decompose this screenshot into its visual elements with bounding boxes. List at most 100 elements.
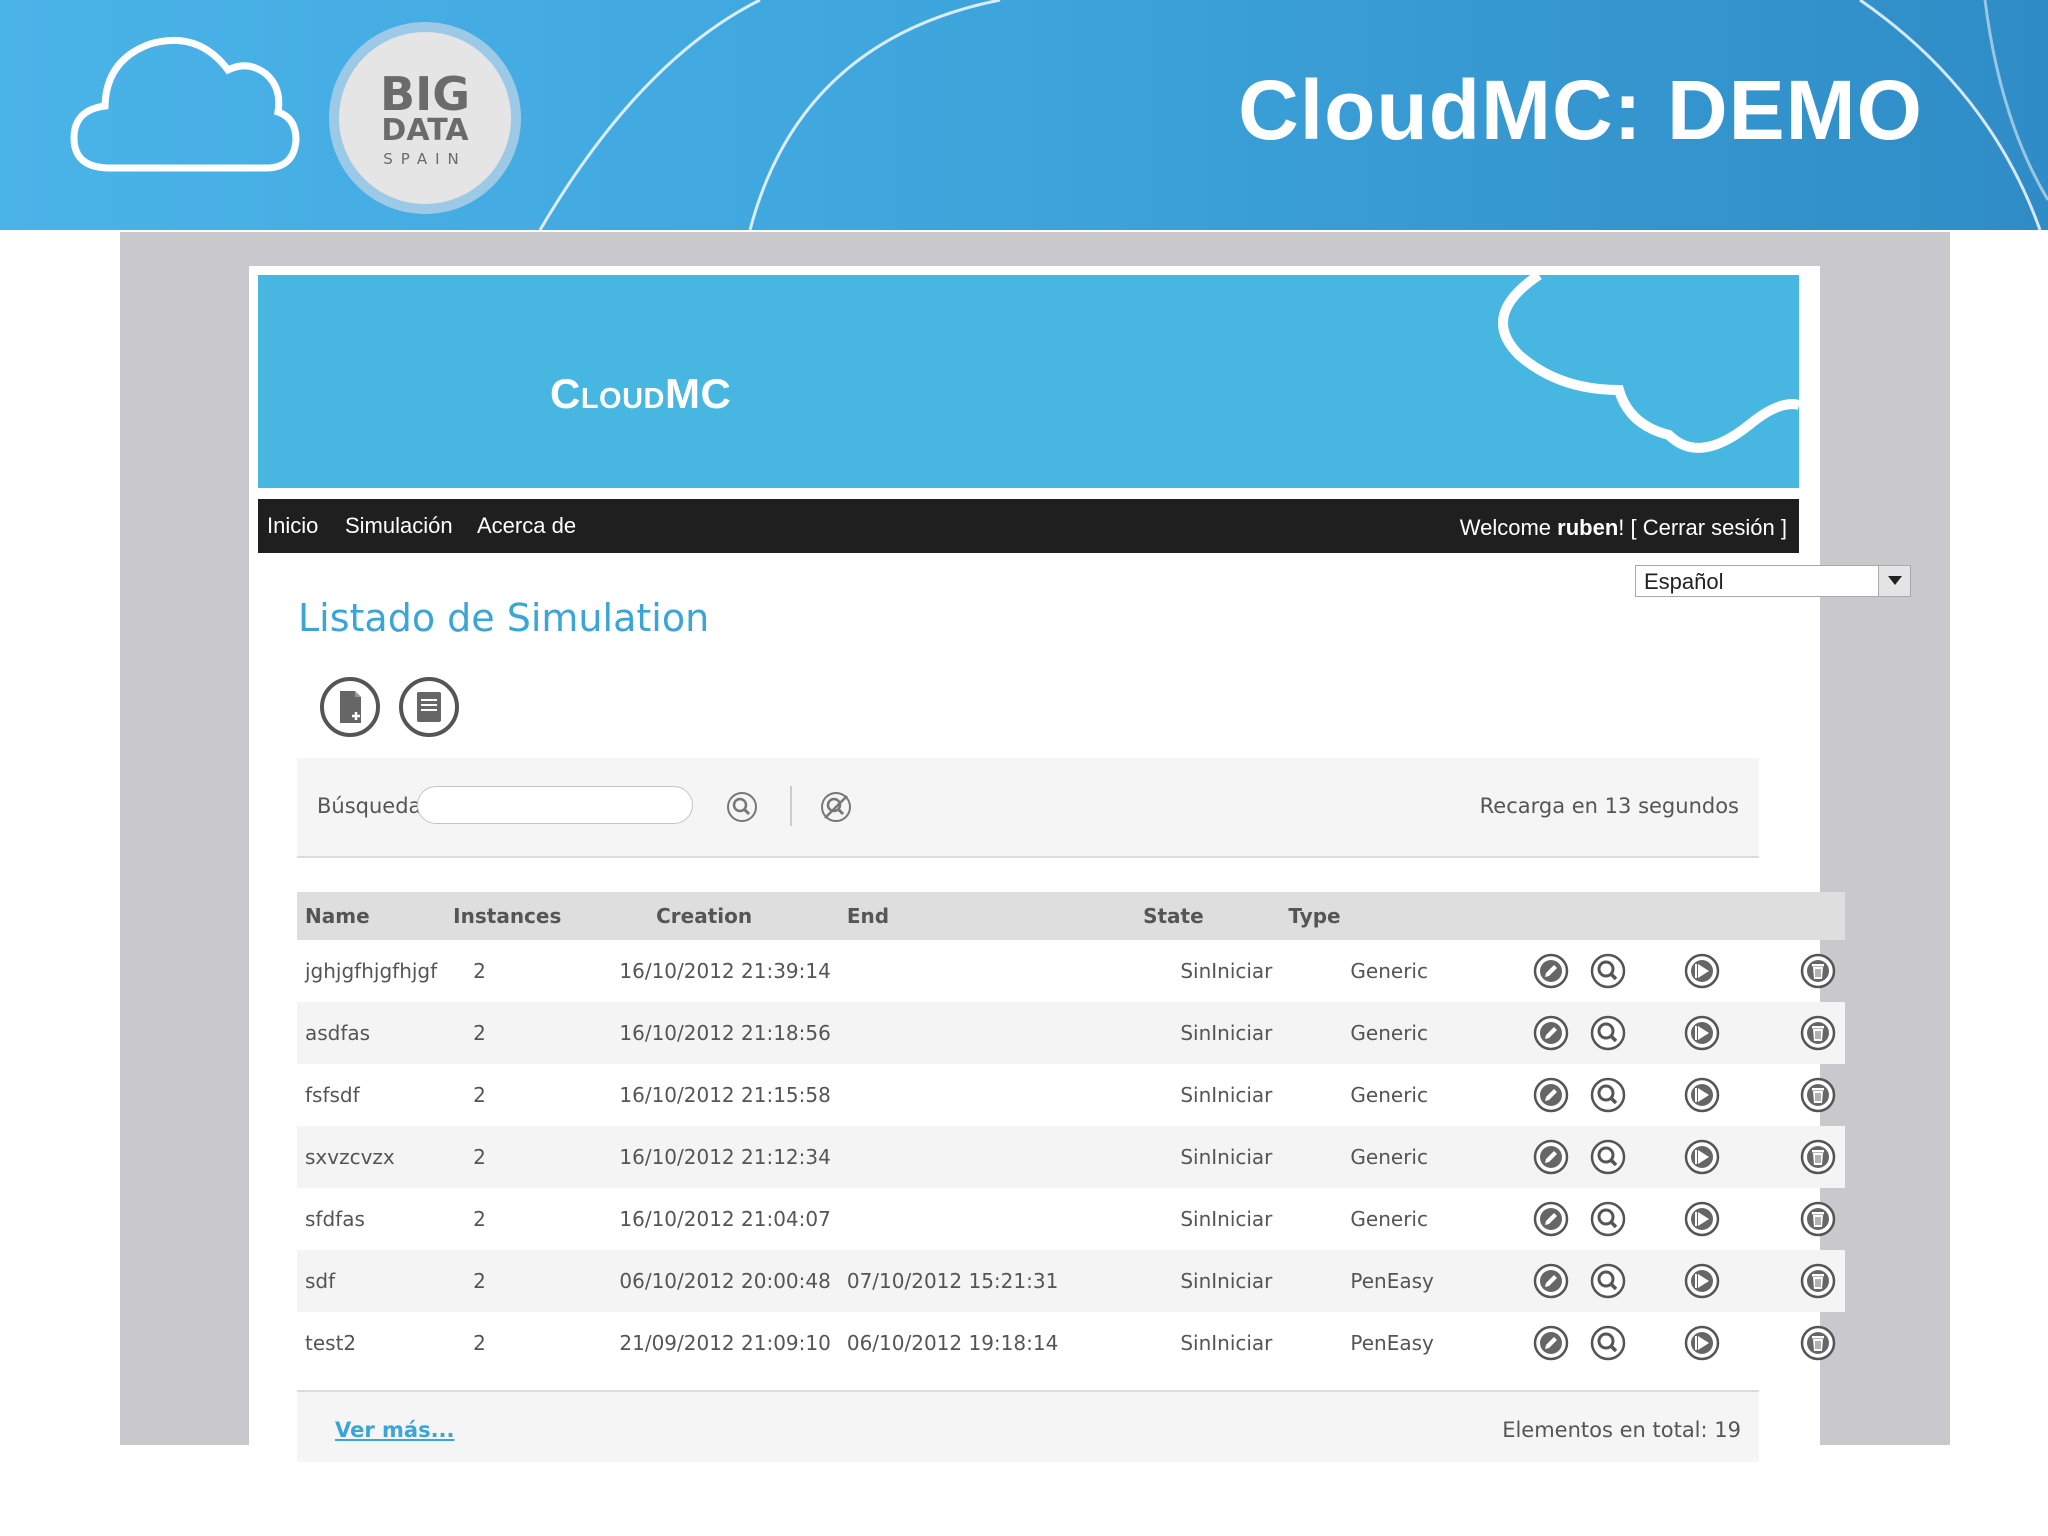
screenshot-frame: CloudMC Inicio Simulación Acerca de Welc… [120, 232, 1950, 1462]
view-icon[interactable] [1589, 1262, 1627, 1300]
language-select[interactable]: Español [1635, 565, 1911, 597]
cell-end [839, 1064, 1066, 1126]
cell-type: PenEasy [1350, 1269, 1434, 1293]
view-icon[interactable] [1589, 1200, 1627, 1238]
cell-end [839, 1188, 1066, 1250]
table-row: test2 2 21/09/2012 21:09:10 06/10/2012 19:1… [297, 1312, 1845, 1374]
column-header-name[interactable]: Name [297, 892, 445, 940]
delete-icon[interactable] [1799, 1200, 1837, 1238]
delete-icon[interactable] [1799, 1324, 1837, 1362]
view-icon[interactable] [1589, 1014, 1627, 1052]
search-icon[interactable] [725, 790, 759, 824]
table-row: jghjgfhjgfhjgf 2 16/10/2012 21:39:14 SinIni… [297, 940, 1845, 1002]
cell-name: test2 [305, 1331, 357, 1355]
cell-instances: 2 [473, 1207, 486, 1231]
search-divider [790, 786, 792, 826]
column-header-creation[interactable]: Creation [569, 892, 838, 940]
delete-icon[interactable] [1799, 1014, 1837, 1052]
cell-instances: 2 [473, 1269, 486, 1293]
table-row: sxvzcvzx 2 16/10/2012 21:12:34 SinIniciar Ge… [297, 1126, 1845, 1188]
cell-state: SinIniciar [1180, 1145, 1273, 1169]
nav-item-acerca-de[interactable]: Acerca de [477, 513, 576, 539]
edit-icon[interactable] [1532, 1076, 1570, 1114]
run-icon[interactable] [1683, 952, 1721, 990]
navbar: Inicio Simulación Acerca de Welcome rube… [258, 499, 1799, 553]
cell-instances: 2 [473, 1145, 486, 1169]
nav-item-inicio[interactable]: Inicio [267, 513, 318, 539]
cell-actions [1442, 1126, 1845, 1188]
clear-search-icon[interactable] [819, 790, 853, 824]
cell-name: asdfas [305, 1021, 371, 1045]
app-header: CloudMC [258, 275, 1799, 488]
cell-creation: 16/10/2012 21:18:56 [619, 1021, 831, 1045]
cell-instances: 2 [473, 1331, 486, 1355]
cell-end [839, 1002, 1066, 1064]
column-header-type[interactable]: Type [1280, 892, 1441, 940]
welcome-message: Welcome ruben! [ Cerrar sesión ] [1460, 515, 1787, 541]
delete-icon[interactable] [1799, 952, 1837, 990]
edit-icon[interactable] [1532, 1262, 1570, 1300]
cell-instances: 2 [473, 1021, 486, 1045]
new-document-icon[interactable] [319, 676, 381, 738]
total-count: Elementos en total: 19 [1502, 1418, 1741, 1442]
run-icon[interactable] [1683, 1262, 1721, 1300]
cell-type: Generic [1350, 959, 1428, 983]
column-header-end[interactable]: End [839, 892, 1066, 940]
app-logo: CloudMC [550, 370, 731, 418]
delete-icon[interactable] [1799, 1138, 1837, 1176]
cell-type: Generic [1350, 1145, 1428, 1169]
cell-name: sxvzcvzx [305, 1145, 395, 1169]
cell-name: sdf [305, 1269, 336, 1293]
table-row: fsfsdf 2 16/10/2012 21:15:58 SinIniciar Gene… [297, 1064, 1845, 1126]
view-icon[interactable] [1589, 952, 1627, 990]
view-icon[interactable] [1589, 1138, 1627, 1176]
language-selected: Español [1644, 569, 1724, 594]
run-icon[interactable] [1683, 1076, 1721, 1114]
edit-icon[interactable] [1532, 1200, 1570, 1238]
cell-creation: 06/10/2012 20:00:48 [619, 1269, 831, 1293]
run-icon[interactable] [1683, 1138, 1721, 1176]
reload-countdown: Recarga en 13 segundos [1479, 794, 1739, 818]
cell-actions [1442, 1064, 1845, 1126]
nav-item-simulacion[interactable]: Simulación [345, 513, 453, 539]
edit-icon[interactable] [1532, 1014, 1570, 1052]
cell-type: Generic [1350, 1207, 1428, 1231]
cell-actions [1442, 1002, 1845, 1064]
edit-icon[interactable] [1532, 952, 1570, 990]
ver-mas-link[interactable]: Ver más... [335, 1418, 455, 1442]
cell-actions [1442, 1312, 1845, 1374]
svg-text:SPAIN: SPAIN [383, 150, 467, 168]
edit-icon[interactable] [1532, 1138, 1570, 1176]
search-input[interactable] [417, 786, 693, 824]
search-bar: Búsqueda Recarga en 13 segundos [297, 758, 1759, 858]
cell-state: SinIniciar [1180, 1269, 1273, 1293]
delete-icon[interactable] [1799, 1262, 1837, 1300]
run-icon[interactable] [1683, 1014, 1721, 1052]
cell-creation: 16/10/2012 21:39:14 [619, 959, 831, 983]
table-header-row: Name Instances Creation End State Type [297, 892, 1845, 940]
cell-end: 07/10/2012 15:21:31 [846, 1269, 1059, 1293]
cell-creation: 16/10/2012 21:04:07 [619, 1207, 831, 1231]
cell-type: Generic [1350, 1083, 1428, 1107]
cell-name: sfdfas [305, 1207, 365, 1231]
view-icon[interactable] [1589, 1076, 1627, 1114]
run-icon[interactable] [1683, 1200, 1721, 1238]
column-header-state[interactable]: State [1066, 892, 1280, 940]
document-list-icon[interactable] [398, 676, 460, 738]
table-footer: Ver más... Elementos en total: 19 [297, 1390, 1759, 1462]
logout-link[interactable]: [ Cerrar sesión ] [1631, 515, 1788, 540]
cell-creation: 16/10/2012 21:15:58 [619, 1083, 831, 1107]
cell-type: PenEasy [1350, 1331, 1434, 1355]
cell-end [839, 940, 1066, 1002]
cell-actions [1442, 940, 1845, 1002]
cell-name: jghjgfhjgfhjgf [305, 959, 438, 983]
run-icon[interactable] [1683, 1324, 1721, 1362]
edit-icon[interactable] [1532, 1324, 1570, 1362]
view-icon[interactable] [1589, 1324, 1627, 1362]
app-logo-prefix: Cloud [550, 370, 665, 417]
slide-title: CloudMC: DEMO [1238, 63, 1923, 157]
delete-icon[interactable] [1799, 1076, 1837, 1114]
column-header-instances[interactable]: Instances [445, 892, 569, 940]
chevron-down-icon[interactable] [1878, 566, 1910, 596]
column-header-actions [1442, 892, 1845, 940]
